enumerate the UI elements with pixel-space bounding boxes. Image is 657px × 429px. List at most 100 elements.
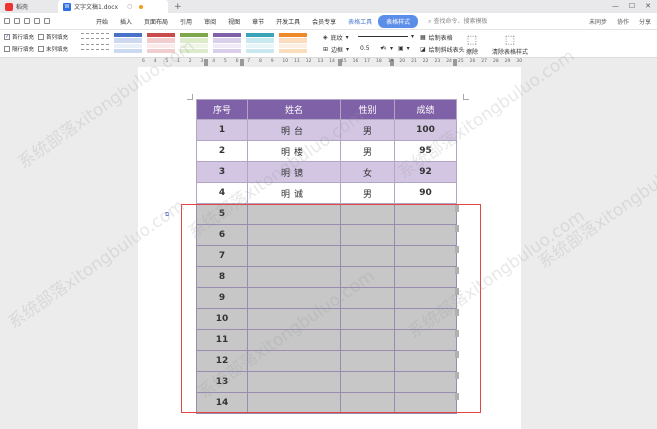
document-page[interactable]: 序号 姓名 性别 成绩 1 明台 男 100 2 明楼 男 95 3 明镜 女 … xyxy=(138,67,521,429)
table-cell[interactable]: 95 xyxy=(394,140,457,162)
header-cell-name[interactable]: 姓名 xyxy=(247,99,341,120)
row-handle[interactable] xyxy=(455,372,459,379)
share-button[interactable]: 分享 xyxy=(639,17,651,26)
pen-color-dropdown[interactable]: ✎ ▾ xyxy=(382,45,393,52)
clear-style-button[interactable]: ⬚ 清除表格样式 xyxy=(492,33,528,56)
table-cell[interactable]: 1 xyxy=(196,119,248,141)
table-cell[interactable] xyxy=(247,203,341,225)
table-handle-icon[interactable]: ⧉ xyxy=(165,211,169,219)
menu-table-tools[interactable]: 表格工具 xyxy=(342,17,378,26)
table-cell[interactable]: 7 xyxy=(196,245,248,267)
print-icon[interactable] xyxy=(14,18,20,24)
table-cell[interactable] xyxy=(247,245,341,267)
table-cell[interactable]: 9 xyxy=(196,287,248,309)
table-cell[interactable] xyxy=(340,329,395,351)
table-cell[interactable]: 10 xyxy=(196,308,248,330)
table-cell[interactable]: 6 xyxy=(196,224,248,246)
table-cell[interactable] xyxy=(247,371,341,393)
menu-page-layout[interactable]: 页面布局 xyxy=(138,17,174,26)
row-handle[interactable] xyxy=(455,267,459,274)
table-cell[interactable]: 女 xyxy=(340,161,395,183)
draw-slash-header-button[interactable]: ◪ 绘制斜线表头 xyxy=(420,45,465,54)
redo-icon[interactable] xyxy=(44,18,50,24)
table-cell[interactable] xyxy=(247,392,341,414)
table-cell[interactable]: 92 xyxy=(394,161,457,183)
menu-section[interactable]: 章节 xyxy=(246,17,270,26)
close-icon[interactable]: ✕ xyxy=(645,2,651,10)
table-cell[interactable] xyxy=(394,308,457,330)
draw-table-button[interactable]: ▦ 绘制表格 xyxy=(420,33,453,42)
table-cell[interactable] xyxy=(394,371,457,393)
table-cell[interactable] xyxy=(247,350,341,372)
table-cell[interactable] xyxy=(394,266,457,288)
erase-button[interactable]: ⬚ 擦除 xyxy=(466,33,478,56)
menu-review[interactable]: 审阅 xyxy=(198,17,222,26)
shading-dropdown[interactable]: ◈ 底纹 ▾ xyxy=(323,33,349,42)
menu-table-style[interactable]: 表格样式 xyxy=(378,14,419,28)
style-swatch-green[interactable] xyxy=(179,32,209,54)
menu-view[interactable]: 视图 xyxy=(222,17,246,26)
check-first-row[interactable]: ✓ 首行填充 xyxy=(4,33,34,41)
header-cell-score[interactable]: 成绩 xyxy=(394,99,457,120)
table-cell[interactable] xyxy=(340,308,395,330)
table-cell[interactable]: 明台 xyxy=(247,119,341,141)
style-swatch-plain[interactable] xyxy=(80,32,110,54)
row-handle[interactable] xyxy=(455,288,459,295)
tab-home[interactable]: 稻壳 xyxy=(0,0,58,13)
table-cell[interactable] xyxy=(247,308,341,330)
score-table[interactable]: 序号 姓名 性别 成绩 1 明台 男 100 2 明楼 男 95 3 明镜 女 … xyxy=(196,99,457,414)
row-handle[interactable] xyxy=(455,351,459,358)
table-cell[interactable] xyxy=(394,203,457,225)
table-cell[interactable] xyxy=(340,392,395,414)
table-cell[interactable]: 100 xyxy=(394,119,457,141)
row-handle[interactable] xyxy=(455,205,459,212)
horizontal-ruler[interactable]: 6 4 5 1 2 3 4 5 6 7 8 9 10 11 12 13 14 15 16 17 18 19 20 21 22 23… xyxy=(0,58,657,67)
check-last-col[interactable]: 末列填充 xyxy=(38,45,68,53)
menu-home[interactable]: 开始 xyxy=(90,17,114,26)
border-dropdown[interactable]: ⊞ 边框 ▾ xyxy=(323,45,349,54)
table-cell[interactable]: 4 xyxy=(196,182,248,204)
preview-icon[interactable] xyxy=(24,18,30,24)
table-cell[interactable] xyxy=(340,371,395,393)
table-cell[interactable]: 男 xyxy=(340,182,395,204)
sync-status[interactable]: 未同步 xyxy=(589,17,607,26)
table-cell[interactable]: 明镜 xyxy=(247,161,341,183)
menu-insert[interactable]: 插入 xyxy=(114,17,138,26)
style-swatch-red[interactable] xyxy=(146,32,176,54)
style-swatch-purple[interactable] xyxy=(212,32,242,54)
table-cell[interactable] xyxy=(394,392,457,414)
table-cell[interactable]: 11 xyxy=(196,329,248,351)
table-cell[interactable]: 明楼 xyxy=(247,140,341,162)
table-cell[interactable] xyxy=(394,329,457,351)
table-cell[interactable]: 8 xyxy=(196,266,248,288)
ruler-indent-marker[interactable] xyxy=(453,59,457,66)
header-cell-number[interactable]: 序号 xyxy=(196,99,248,120)
ruler-indent-marker[interactable] xyxy=(204,59,208,66)
table-cell[interactable]: 90 xyxy=(394,182,457,204)
table-cell[interactable]: 5 xyxy=(196,203,248,225)
table-cell[interactable] xyxy=(340,266,395,288)
command-search[interactable]: ⌕ 查找命令、搜索模板 xyxy=(428,16,487,26)
style-swatch-teal[interactable] xyxy=(245,32,275,54)
row-handle[interactable] xyxy=(455,225,459,232)
maximize-icon[interactable]: ☐ xyxy=(629,2,635,10)
table-cell[interactable] xyxy=(247,266,341,288)
table-cell[interactable]: 12 xyxy=(196,350,248,372)
menu-references[interactable]: 引用 xyxy=(174,17,198,26)
table-cell[interactable]: 14 xyxy=(196,392,248,414)
menu-developer[interactable]: 开发工具 xyxy=(270,17,306,26)
new-tab-button[interactable]: + xyxy=(174,2,182,12)
row-handle[interactable] xyxy=(455,309,459,316)
minimize-icon[interactable]: — xyxy=(612,2,619,10)
collaborate-button[interactable]: 协作 xyxy=(617,17,629,26)
table-cell[interactable] xyxy=(394,350,457,372)
ruler-column-marker[interactable] xyxy=(240,59,244,66)
style-swatch-blue[interactable] xyxy=(113,32,143,54)
table-cell[interactable] xyxy=(394,245,457,267)
check-first-col[interactable]: 首列填充 xyxy=(38,33,68,41)
table-cell[interactable] xyxy=(340,287,395,309)
table-cell[interactable]: 男 xyxy=(340,140,395,162)
table-cell[interactable] xyxy=(394,224,457,246)
undo-icon[interactable] xyxy=(34,18,40,24)
table-cell[interactable] xyxy=(247,287,341,309)
